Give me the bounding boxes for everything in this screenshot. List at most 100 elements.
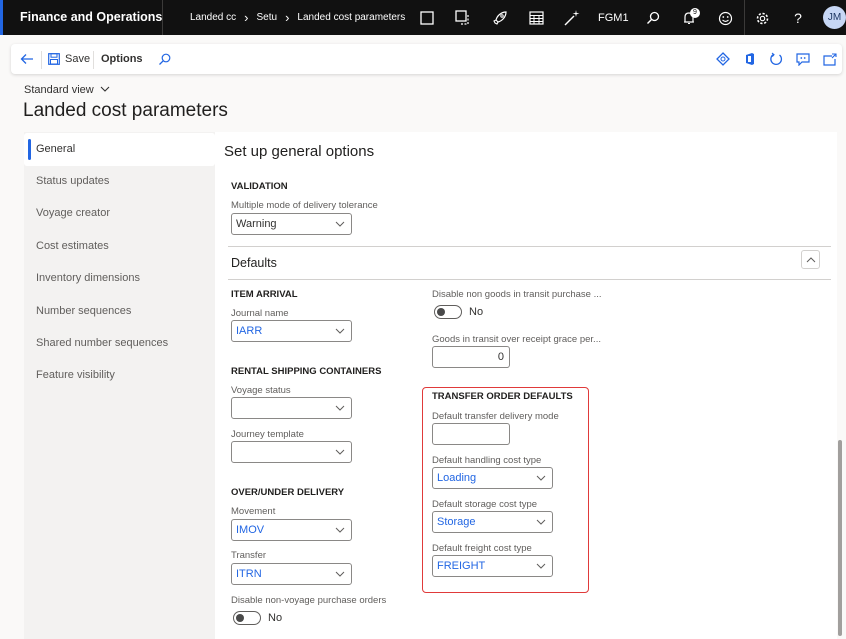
chevron-down-icon [335,527,345,533]
save-button[interactable]: Save [48,44,90,74]
journal-name-value[interactable]: IARR [236,325,262,337]
chevron-up-icon [806,257,815,263]
breadcrumb-item[interactable]: Landed cc [190,12,236,23]
search-action-button[interactable] [158,44,171,74]
comment-icon[interactable] [796,44,810,74]
voyage-status-dropdown[interactable] [231,397,352,419]
chevron-right-icon: › [244,9,249,25]
accent-edge [0,0,3,35]
divider [744,0,745,35]
breadcrumb: Landed cc › Setu › Landed cost parameter… [190,9,405,25]
back-button[interactable] [20,44,34,74]
divider [162,0,163,35]
journal-name-label: Journal name [231,308,289,319]
transfer-dropdown[interactable]: ITRN [231,563,352,585]
validation-heading: VALIDATION [231,181,288,192]
tolerance-dropdown[interactable]: Warning [231,213,352,235]
help-icon[interactable]: ? [788,8,808,28]
diamond-icon[interactable] [716,44,730,74]
nav-item-cost-estimates[interactable]: Cost estimates [24,230,215,263]
movement-value[interactable]: IMOV [236,524,264,536]
journey-template-dropdown[interactable] [231,441,352,463]
defaults-heading: Defaults [231,256,277,270]
movement-dropdown[interactable]: IMOV [231,519,352,541]
disable-nonvoyage-value: No [268,612,283,624]
item-arrival-heading: ITEM ARRIVAL [231,289,298,300]
disable-nongit-label: Disable non goods in transit purchase ..… [432,289,602,300]
grace-period-value: 0 [497,351,504,363]
breadcrumb-item[interactable]: Setu [257,12,278,23]
transfer-value[interactable]: ITRN [236,568,262,580]
search-icon[interactable] [643,8,663,28]
toggle-knob [437,308,445,316]
notification-count: 9 [690,8,700,18]
options-button[interactable]: Options [101,44,143,74]
rocket-icon[interactable] [490,8,510,28]
nav-item-number-sequences[interactable]: Number sequences [24,295,215,328]
office-icon[interactable] [744,44,756,74]
action-pane: Save Options [11,44,842,74]
app-title[interactable]: Finance and Operations [20,10,162,24]
transfer-label: Transfer [231,550,267,561]
divider [228,246,831,247]
collapse-defaults-button[interactable] [801,250,820,269]
nav-item-feature-visibility[interactable]: Feature visibility [24,359,215,392]
gear-icon[interactable] [752,8,772,28]
delivery-mode-input[interactable] [432,423,510,445]
chevron-down-icon [335,449,345,455]
chevron-right-icon: › [285,9,290,25]
disable-nonvoyage-label: Disable non-voyage purchase orders [231,595,387,606]
chevron-down-icon [100,86,110,92]
top-navigation-bar: Finance and Operations Landed cc › Setu … [0,0,846,35]
nav-item-status-updates[interactable]: Status updates [24,165,215,198]
nav-item-voyage-creator[interactable]: Voyage creator [24,197,215,230]
refresh-icon[interactable] [769,44,783,74]
storage-cost-value[interactable]: Storage [437,516,476,528]
calculator-icon[interactable] [526,8,546,28]
nav-item-shared-number-sequences[interactable]: Shared number sequences [24,327,215,360]
chevron-down-icon [335,328,345,334]
disable-nongit-value: No [469,306,484,318]
avatar[interactable]: JM [823,6,846,29]
grace-period-label: Goods in transit over receipt grace per.… [432,334,601,345]
save-label: Save [65,53,91,65]
chevron-down-icon [335,221,345,227]
journal-name-dropdown[interactable]: IARR [231,320,352,342]
divider [93,51,94,69]
rental-heading: RENTAL SHIPPING CONTAINERS [231,366,382,377]
content-panel: Set up general options VALIDATION Multip… [215,132,837,639]
storage-cost-dropdown[interactable]: Storage [432,511,553,533]
page-title: Landed cost parameters [23,100,228,121]
handling-cost-label: Default handling cost type [432,455,542,466]
freight-cost-label: Default freight cost type [432,543,532,554]
magic-wand-icon[interactable] [562,8,582,28]
nav-item-inventory-dimensions[interactable]: Inventory dimensions [24,262,215,295]
grace-period-input[interactable]: 0 [432,346,510,368]
save-icon [48,53,60,65]
split-view-icon[interactable] [453,8,473,28]
nav-item-general[interactable]: General [24,133,215,166]
storage-cost-label: Default storage cost type [432,499,538,510]
chevron-down-icon [536,563,546,569]
open-new-icon[interactable] [823,44,837,74]
disable-nonvoyage-toggle[interactable] [233,611,261,625]
over-under-heading: OVER/UNDER DELIVERY [231,487,345,498]
vertical-scrollbar[interactable] [838,440,842,636]
movement-label: Movement [231,506,276,517]
back-arrow-icon [20,54,33,64]
freight-cost-value[interactable]: FREIGHT [437,560,485,572]
divider [41,51,42,69]
chevron-down-icon [536,519,546,525]
view-selector[interactable]: Standard view [24,84,110,96]
handling-cost-dropdown[interactable]: Loading [432,467,553,489]
toggle-knob [236,614,244,622]
smiley-icon[interactable] [715,8,735,28]
handling-cost-value[interactable]: Loading [437,472,476,484]
view-label: Standard view [24,84,94,96]
company-picker[interactable]: FGM1 [598,12,629,24]
disable-nongit-toggle[interactable] [434,305,462,319]
voyage-status-label: Voyage status [231,385,291,396]
breadcrumb-item[interactable]: Landed cost parameters [297,12,405,23]
freight-cost-dropdown[interactable]: FREIGHT [432,555,553,577]
square-icon[interactable] [417,8,437,28]
